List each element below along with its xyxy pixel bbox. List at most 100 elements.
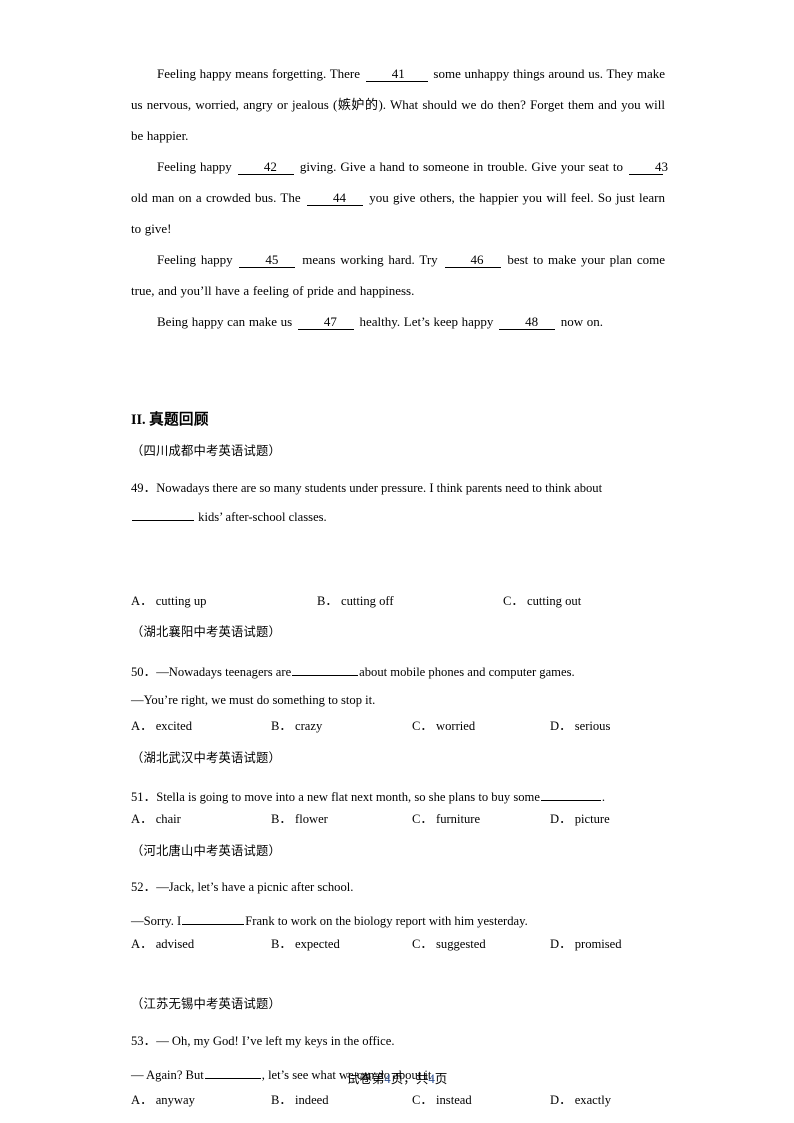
option-text: picture bbox=[574, 812, 610, 826]
option-label: B． bbox=[271, 719, 292, 733]
option-52-B[interactable]: B． expected bbox=[271, 938, 340, 951]
section-heading: II. 真题回顾 bbox=[131, 411, 209, 428]
cloze-blank-47[interactable]: 47 bbox=[297, 315, 354, 330]
option-label: C． bbox=[412, 937, 433, 951]
option-text: indeed bbox=[295, 1093, 329, 1107]
question-52-reply: —Sorry. I Frank to work on the biology re… bbox=[131, 912, 528, 928]
option-label: C． bbox=[412, 719, 433, 733]
question-49-text-cont: kids’ after-school classes. bbox=[195, 509, 327, 524]
footer-prefix: 试卷第 bbox=[346, 1071, 385, 1086]
option-51-A[interactable]: A． chair bbox=[131, 813, 181, 826]
option-label: D． bbox=[550, 812, 572, 826]
question-number-52: 52． bbox=[131, 880, 157, 894]
document-page: Feeling happy means forgetting. There 41… bbox=[0, 0, 794, 1123]
question-49-stem-line2: kids’ after-school classes. bbox=[131, 508, 327, 524]
answer-blank-52[interactable] bbox=[182, 912, 245, 925]
option-52-D[interactable]: D． promised bbox=[550, 938, 622, 951]
cloze-text: healthy. Let’s keep happy bbox=[355, 314, 498, 329]
option-51-B[interactable]: B． flower bbox=[271, 813, 328, 826]
option-text: cutting out bbox=[527, 594, 582, 608]
option-text: advised bbox=[155, 937, 195, 951]
answer-blank-51[interactable] bbox=[540, 788, 601, 801]
question-number-53: 53． bbox=[131, 1034, 157, 1048]
option-53-C[interactable]: C． instead bbox=[412, 1094, 472, 1107]
option-label: D． bbox=[550, 937, 572, 951]
option-label: A． bbox=[131, 1093, 153, 1107]
option-label: A． bbox=[131, 812, 153, 826]
cloze-blank-48[interactable]: 48 bbox=[499, 315, 556, 330]
option-label: A． bbox=[131, 937, 153, 951]
option-text: anyway bbox=[155, 1093, 195, 1107]
section-title: 真题回顾 bbox=[149, 411, 209, 428]
option-label: D． bbox=[550, 1093, 572, 1107]
option-label: A． bbox=[131, 719, 153, 733]
option-text: chair bbox=[155, 812, 181, 826]
question-49-text: Nowadays there are so many students unde… bbox=[156, 481, 603, 495]
question-50-options: A． excited B． crazy C． worried D． serious bbox=[131, 720, 665, 737]
option-text: suggested bbox=[436, 937, 486, 951]
question-number-50: 50． bbox=[131, 664, 157, 679]
source-label-49: （四川成都中考英语试题） bbox=[131, 444, 281, 458]
question-50-reply: —You’re right, we must do something to s… bbox=[131, 693, 376, 707]
question-51-text-pre: Stella is going to move into a new flat … bbox=[156, 789, 540, 804]
option-label: D． bbox=[550, 719, 572, 733]
question-50-text-pre: —Nowadays teenagers are bbox=[156, 664, 292, 679]
cloze-text: Feeling happy bbox=[157, 252, 238, 267]
cloze-paragraph-2: Feeling happy 42 giving. Give a hand to … bbox=[131, 151, 668, 244]
option-text: excited bbox=[155, 719, 193, 733]
footer-middle: 页，共 bbox=[390, 1071, 429, 1086]
footer-suffix: 页 bbox=[434, 1071, 448, 1086]
option-53-D[interactable]: D． exactly bbox=[550, 1094, 611, 1107]
question-51-stem: 51．Stella is going to move into a new fl… bbox=[131, 788, 605, 804]
question-49-options: A． cutting up B． cutting off C． cutting out bbox=[131, 595, 665, 612]
option-text: instead bbox=[436, 1093, 472, 1107]
source-label-50: （湖北襄阳中考英语试题） bbox=[131, 625, 281, 639]
option-50-C[interactable]: C． worried bbox=[412, 720, 475, 733]
answer-blank-50[interactable] bbox=[292, 663, 359, 676]
source-label-53: （江苏无锡中考英语试题） bbox=[131, 997, 281, 1011]
question-51-text-post: . bbox=[601, 789, 606, 804]
question-51-options: A． chair B． flower C． furniture D． picture bbox=[131, 813, 665, 830]
option-text: furniture bbox=[436, 812, 481, 826]
cloze-text: Being happy can make us bbox=[157, 314, 296, 329]
option-51-D[interactable]: D． picture bbox=[550, 813, 610, 826]
option-label: C． bbox=[503, 594, 524, 608]
option-52-A[interactable]: A． advised bbox=[131, 938, 194, 951]
question-53-stem: 53．— Oh, my God! I’ve left my keys in th… bbox=[131, 1035, 394, 1048]
option-label: C． bbox=[412, 812, 433, 826]
option-text: expected bbox=[295, 937, 340, 951]
cloze-text: now on. bbox=[557, 314, 604, 329]
cloze-paragraph-1: Feeling happy means forgetting. There 41… bbox=[131, 58, 665, 151]
option-label: A． bbox=[131, 594, 153, 608]
cloze-blank-43[interactable]: 43 bbox=[629, 160, 668, 175]
page-footer: 试卷第4页，共4页 bbox=[0, 1068, 794, 1087]
cloze-blank-41[interactable]: 41 bbox=[365, 67, 428, 82]
option-53-B[interactable]: B． indeed bbox=[271, 1094, 329, 1107]
option-53-A[interactable]: A． anyway bbox=[131, 1094, 195, 1107]
question-52-text: —Jack, let’s have a picnic after school. bbox=[156, 880, 354, 894]
option-50-A[interactable]: A． excited bbox=[131, 720, 192, 733]
cloze-text: Feeling happy bbox=[157, 159, 236, 174]
option-text: exactly bbox=[574, 1093, 612, 1107]
cloze-blank-42[interactable]: 42 bbox=[237, 160, 294, 175]
option-51-C[interactable]: C． furniture bbox=[412, 813, 480, 826]
option-text: crazy bbox=[295, 719, 323, 733]
option-49-B[interactable]: B． cutting off bbox=[317, 595, 394, 608]
cloze-blank-45[interactable]: 45 bbox=[239, 253, 296, 268]
option-label: B． bbox=[271, 1093, 292, 1107]
option-label: B． bbox=[271, 937, 292, 951]
option-50-D[interactable]: D． serious bbox=[550, 720, 610, 733]
question-52-reply-post: Frank to work on the biology report with… bbox=[245, 913, 528, 928]
question-49-stem-line1: 49．Nowadays there are so many students u… bbox=[131, 482, 602, 495]
cloze-blank-46[interactable]: 46 bbox=[444, 253, 501, 268]
option-52-C[interactable]: C． suggested bbox=[412, 938, 486, 951]
answer-blank-49[interactable] bbox=[132, 508, 194, 521]
question-52-reply-pre: —Sorry. I bbox=[131, 913, 182, 928]
question-53-options: A． anyway B． indeed C． instead D． exactly bbox=[131, 1094, 665, 1111]
option-50-B[interactable]: B． crazy bbox=[271, 720, 322, 733]
option-49-C[interactable]: C． cutting out bbox=[503, 595, 581, 608]
cloze-blank-44[interactable]: 44 bbox=[306, 191, 363, 206]
option-49-A[interactable]: A． cutting up bbox=[131, 595, 206, 608]
question-number-51: 51． bbox=[131, 789, 157, 804]
option-text: flower bbox=[295, 812, 328, 826]
